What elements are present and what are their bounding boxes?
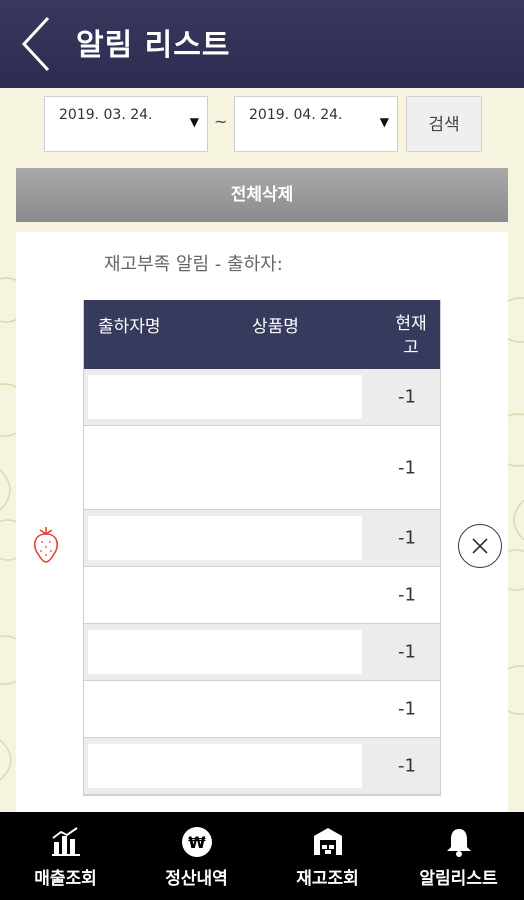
table-row: -1: [84, 738, 440, 795]
end-date-value: 2019. 04. 24.: [249, 107, 343, 123]
bell-icon: [446, 829, 471, 857]
dropdown-arrow-icon: ▼: [189, 115, 199, 129]
search-button[interactable]: 검색: [406, 96, 482, 152]
row-name-cell: [88, 375, 362, 419]
row-name-cell: [88, 516, 362, 560]
svg-text:₩: ₩: [188, 833, 206, 852]
column-header-shipper: 출하자명: [98, 317, 161, 337]
page-title: 알림 리스트: [76, 28, 231, 63]
column-header-stock-line1: 현재: [395, 314, 427, 334]
dropdown-arrow-icon: ▼: [379, 115, 389, 129]
date-range-separator: ~: [214, 112, 228, 131]
table-row: -1: [84, 369, 440, 426]
stock-value: -1: [398, 584, 416, 606]
delete-all-button[interactable]: 전체삭제: [16, 168, 508, 222]
stock-value: -1: [398, 641, 416, 663]
stock-table: 출하자명 상품명 현재 고 -1 -1 -1 -1 -1 -1 -1: [83, 300, 441, 796]
start-date-select[interactable]: 2019. 03. 24. ▼: [44, 96, 208, 152]
bar-chart-icon: [51, 827, 80, 856]
row-name-cell: [88, 744, 362, 788]
app-header: 알림 리스트: [0, 0, 524, 88]
nav-sales-label: 매출조회: [34, 869, 97, 889]
close-alert-button[interactable]: [458, 524, 502, 568]
won-coin-icon: ₩: [181, 827, 212, 857]
table-header: 출하자명 상품명 현재 고: [84, 300, 440, 369]
nav-inventory-label: 재고조회: [296, 869, 359, 889]
alert-card: 재고부족 알림 - 출하자: 출하자명 상품명 현재 고 -1 -1 -1 -1…: [16, 232, 508, 812]
chevron-left-icon: [21, 16, 50, 72]
nav-settlement-label: 정산내역: [165, 869, 228, 889]
table-row: -1: [84, 567, 440, 624]
start-date-value: 2019. 03. 24.: [59, 107, 153, 123]
stock-value: -1: [398, 527, 416, 549]
row-name-cell: [88, 630, 362, 674]
bottom-navigation: 매출조회 ₩ 정산내역 재고조회 알림리스트: [0, 812, 524, 900]
table-row: -1: [84, 510, 440, 567]
table-row: -1: [84, 681, 440, 738]
alert-title: 재고부족 알림 - 출하자:: [104, 254, 283, 275]
nav-alerts-label: 알림리스트: [419, 869, 498, 889]
stock-value: -1: [398, 386, 416, 408]
nav-alerts[interactable]: 알림리스트: [393, 812, 524, 900]
strawberry-icon: [33, 527, 59, 563]
column-header-stock-line2: 고: [403, 338, 419, 358]
nav-settlement[interactable]: ₩ 정산내역: [131, 812, 262, 900]
warehouse-icon: [313, 828, 342, 855]
column-header-product: 상품명: [252, 317, 299, 337]
end-date-select[interactable]: 2019. 04. 24. ▼: [234, 96, 398, 152]
stock-value: -1: [398, 457, 416, 478]
back-button[interactable]: [18, 14, 68, 74]
nav-inventory[interactable]: 재고조회: [262, 812, 393, 900]
stock-value: -1: [398, 755, 416, 777]
table-row: -1: [84, 624, 440, 681]
close-icon: [472, 538, 488, 554]
stock-value: -1: [398, 698, 416, 720]
table-row: -1: [84, 426, 440, 510]
column-header-stock: 현재 고: [394, 312, 428, 360]
nav-sales[interactable]: 매출조회: [0, 812, 131, 900]
